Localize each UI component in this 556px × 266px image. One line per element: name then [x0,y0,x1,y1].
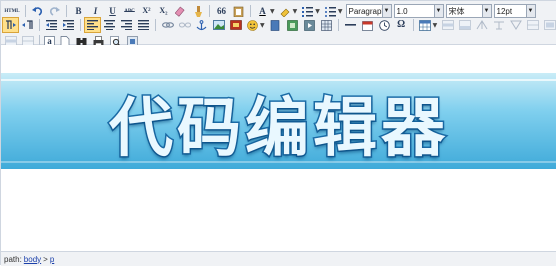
anchor-button[interactable] [194,18,209,32]
smiley-icon [247,19,258,31]
align-right-icon [121,20,132,30]
status-bar: path: body > p [1,251,556,266]
toolbar-separator [39,19,40,31]
indent-decrease-button[interactable] [44,18,59,32]
editor-toolbar: HTML B I U ABC X² X₂ 66 A ▼ ▼ ▼ ▼ Paragr… [1,1,556,47]
insert-media-button[interactable] [228,18,243,32]
redo-icon [49,7,60,16]
table-row-delete-icon [509,20,522,30]
align-center-icon [104,20,115,30]
chevron-down-icon[interactable]: ▼ [260,22,265,29]
unlink-button[interactable] [177,18,192,32]
insert-file-button[interactable] [268,18,283,32]
toolbar-separator [412,19,414,31]
grid-icon [320,19,332,31]
ltr-icon [6,20,16,29]
table-column-insert-icon [476,20,488,30]
title-banner: 代码编辑器 [1,73,556,169]
table-delete-col-button[interactable] [525,18,540,32]
path-crumb-p[interactable]: p [50,255,54,264]
rtl-direction-button[interactable] [20,18,35,32]
insert-table-button[interactable] [418,18,433,32]
numbered-list-icon [302,6,314,17]
chevron-down-icon[interactable]: ▼ [293,8,298,15]
flash-icon [286,19,298,31]
block-format-value: Paragraph [348,6,386,16]
link-icon [161,22,174,28]
clock-icon [378,19,390,31]
align-justify-button[interactable] [136,18,151,32]
clipboard-icon [233,6,244,17]
insert-flash-button[interactable] [285,18,300,32]
table-col-after-button[interactable] [491,18,506,32]
insert-time-button[interactable] [377,18,392,32]
insert-link-button[interactable] [160,18,175,32]
align-left-icon [87,20,98,30]
align-center-button[interactable] [102,18,117,32]
chevron-down-icon[interactable]: ▼ [270,8,275,15]
font-color-label: A [259,5,266,16]
table-row-insert-icon [441,20,454,30]
chevron-down-icon[interactable]: ▼ [315,8,320,15]
media-icon [229,20,242,30]
html-source-label: HTML [4,8,20,14]
toolbar-separator [155,19,156,31]
table-delete-row-button[interactable] [508,18,523,32]
indent-increase-button[interactable] [61,18,76,32]
undo-icon [32,7,43,16]
table-column-delete-icon [526,20,539,30]
toolbar-separator [337,19,339,31]
table-icon [419,19,431,31]
unlink-icon [178,22,191,28]
insert-date-button[interactable] [360,18,375,32]
font-size-value: 12pt [496,6,513,16]
bullet-list-icon [324,6,336,17]
anchor-icon [196,19,207,30]
font-family-value: 宋体 [448,6,465,16]
banner-title: 代码编辑器 [108,91,449,168]
align-justify-icon [138,20,149,30]
path-label: path: [4,254,22,264]
path-crumb-body[interactable]: body [24,255,41,264]
table-row-insert-icon [458,20,471,30]
insert-video-button[interactable] [302,18,317,32]
table-column-insert-icon [493,21,504,30]
insert-table-alt-button[interactable] [319,18,334,32]
horizontal-rule-button[interactable] [343,18,358,32]
horizontal-rule-icon [344,24,356,26]
table-row-after-button[interactable] [457,18,472,32]
outdent-icon [46,20,57,30]
image-icon [212,20,225,30]
align-left-button[interactable] [84,17,101,33]
line-height-value: 1.0 [396,6,408,16]
indent-icon [63,20,74,30]
eraser-icon [175,6,185,17]
video-icon [303,19,315,31]
highlighter-icon [280,8,290,17]
emoticon-button[interactable] [245,18,260,32]
brush-icon [195,5,202,17]
rtl-icon [22,20,33,29]
table-merge-cells-button[interactable] [542,18,556,32]
table-row-before-button[interactable] [440,18,455,32]
toolbar-separator [80,19,81,31]
path-separator: > [43,254,48,264]
chevron-down-icon[interactable]: ▼ [433,22,438,29]
rich-text-editor: HTML B I U ABC X² X₂ 66 A ▼ ▼ ▼ ▼ Paragr… [0,0,556,266]
ltr-direction-button[interactable] [2,17,19,33]
merge-cells-icon [543,20,556,30]
table-col-before-button[interactable] [474,18,489,32]
calendar-icon [361,20,373,31]
special-char-button[interactable]: Ω [394,18,409,32]
file-icon [270,19,280,31]
chevron-down-icon[interactable]: ▼ [338,8,343,15]
insert-image-button[interactable] [211,18,226,32]
align-right-button[interactable] [119,18,134,32]
